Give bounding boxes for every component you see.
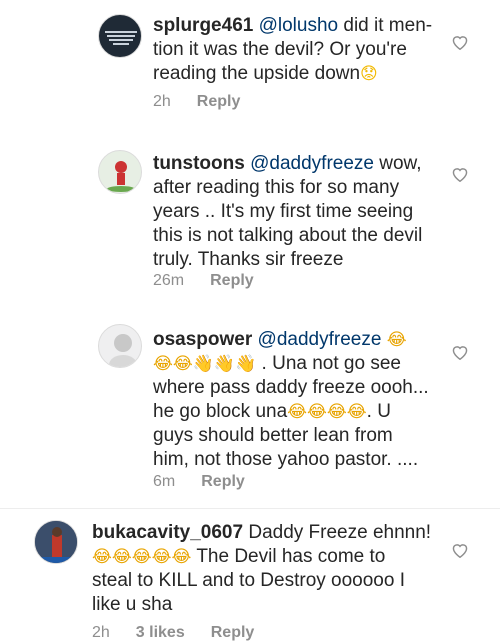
comment-text: osaspower @daddyfreeze 😂 😂😂👋👋👋 . Una not… bbox=[153, 328, 453, 472]
comment-body-line: . U bbox=[366, 401, 391, 422]
avatar[interactable] bbox=[98, 150, 142, 194]
laughing-face-icon: 😂 bbox=[386, 330, 407, 349]
like-heart-icon[interactable] bbox=[450, 342, 470, 362]
comment-body-line: tion it was the devil? Or you're bbox=[153, 39, 407, 60]
comment-body-line: after reading this for so many bbox=[153, 177, 400, 198]
avatar-cartoon-icon bbox=[107, 161, 135, 192]
comment-body-line: like u sha bbox=[92, 594, 173, 615]
laughing-face-icon: 😂 bbox=[153, 354, 173, 373]
comment-splurge461: splurge461 @lolusho did it men- tion it … bbox=[0, 0, 500, 120]
likes-count[interactable]: 3 likes bbox=[136, 624, 185, 642]
laughing-face-icon: 😂 bbox=[346, 402, 367, 421]
comment-text: splurge461 @lolusho did it men- tion it … bbox=[153, 14, 443, 86]
comment-body-line: Daddy Freeze ehnnn! bbox=[248, 522, 432, 543]
comment-body-line: this is not talking about the devil bbox=[153, 225, 423, 246]
reply-button[interactable]: Reply bbox=[210, 272, 254, 290]
username[interactable]: tunstoons bbox=[153, 153, 245, 174]
comment-meta: 2h 3 likes Reply bbox=[92, 624, 254, 642]
waving-hand-icon: 👋 bbox=[235, 354, 257, 373]
comment-body-line: . Una not go see bbox=[261, 353, 401, 374]
comment-body-line: years .. It's my first time seeing bbox=[153, 201, 414, 222]
username[interactable]: osaspower bbox=[153, 329, 252, 350]
like-heart-icon[interactable] bbox=[450, 540, 470, 560]
username[interactable]: splurge461 bbox=[153, 15, 253, 36]
comment-tunstoons: tunstoons @daddyfreeze wow, after readin… bbox=[0, 140, 500, 300]
avatar[interactable] bbox=[98, 14, 142, 58]
comment-text: tunstoons @daddyfreeze wow, after readin… bbox=[153, 152, 443, 272]
divider bbox=[0, 508, 500, 509]
mention-link[interactable]: @lolusho bbox=[259, 15, 339, 36]
comment-body-line: The Devil has come to bbox=[196, 546, 386, 567]
laughing-face-icon: 😂 bbox=[287, 402, 308, 421]
comment-meta: 6m Reply bbox=[153, 473, 245, 491]
comment-body-line: he go block una bbox=[153, 401, 288, 422]
comment-text: bukacavity_0607 Daddy Freeze ehnnn! 😂😂😂😂… bbox=[92, 521, 442, 617]
comment-meta: 26m Reply bbox=[153, 272, 254, 290]
like-heart-icon[interactable] bbox=[450, 164, 470, 184]
laughing-face-icon: 😂 bbox=[151, 547, 172, 566]
laughing-face-icon: 😂 bbox=[92, 547, 112, 566]
comment-body-line: reading the upside down bbox=[153, 63, 361, 84]
mention-link[interactable]: @daddyfreeze bbox=[258, 329, 382, 350]
timestamp: 26m bbox=[153, 272, 185, 289]
comment-body-line: wow, bbox=[379, 153, 422, 174]
like-heart-icon[interactable] bbox=[450, 32, 470, 52]
laughing-face-icon: 😂 bbox=[326, 402, 347, 421]
avatar-photo-icon bbox=[35, 521, 77, 563]
username[interactable]: bukacavity_0607 bbox=[92, 522, 243, 543]
timestamp: 6m bbox=[153, 473, 176, 490]
worried-face-icon: 😟 bbox=[360, 64, 378, 83]
comment-osaspower: osaspower @daddyfreeze 😂 😂😂👋👋👋 . Una not… bbox=[0, 318, 500, 508]
avatar[interactable] bbox=[34, 520, 78, 564]
laughing-face-icon: 😂 bbox=[172, 354, 193, 373]
reply-button[interactable]: Reply bbox=[197, 93, 241, 111]
timestamp: 2h bbox=[92, 624, 110, 641]
reply-button[interactable]: Reply bbox=[211, 624, 255, 642]
waving-hand-icon: 👋 bbox=[213, 354, 236, 373]
comment-body-line: truly. Thanks sir freeze bbox=[153, 249, 344, 270]
comment-body-line: steal to KILL and to Destroy oooooo I bbox=[92, 570, 405, 591]
comment-bukacavity: bukacavity_0607 Daddy Freeze ehnnn! 😂😂😂😂… bbox=[0, 510, 500, 641]
comment-body-line: where pass daddy freeze oooh... bbox=[153, 377, 429, 398]
mention-link[interactable]: @daddyfreeze bbox=[250, 153, 374, 174]
laughing-face-icon: 😂 bbox=[307, 402, 327, 421]
comment-body-line: him, not those yahoo pastor. .... bbox=[153, 449, 419, 470]
reply-button[interactable]: Reply bbox=[201, 473, 245, 491]
laughing-face-icon: 😂 bbox=[111, 547, 132, 566]
timestamp: 2h bbox=[153, 93, 171, 110]
comment-body-line: did it men- bbox=[343, 15, 433, 36]
comment-body-line: guys should better lean from bbox=[153, 425, 393, 446]
avatar-portrait-icon bbox=[109, 334, 137, 367]
avatar-image-icon bbox=[105, 31, 137, 45]
avatar[interactable] bbox=[98, 324, 142, 368]
laughing-face-icon: 😂 bbox=[171, 547, 192, 566]
waving-hand-icon: 👋 bbox=[192, 354, 214, 373]
laughing-face-icon: 😂 bbox=[131, 547, 152, 566]
comment-meta: 2h Reply bbox=[153, 93, 240, 111]
